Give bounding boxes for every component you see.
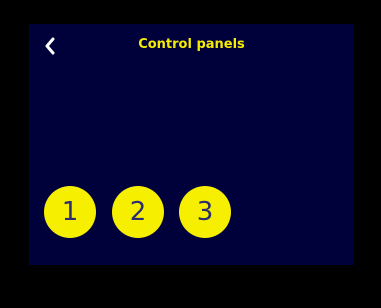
page-title: Control panels — [138, 37, 245, 52]
panel-1-button[interactable]: 1 — [44, 186, 96, 238]
control-panels-screen: Control panels 1 2 3 — [29, 24, 354, 265]
panel-2-button[interactable]: 2 — [112, 186, 164, 238]
panel-3-button[interactable]: 3 — [179, 186, 231, 238]
device-bezel: Control panels 1 2 3 — [0, 0, 381, 308]
